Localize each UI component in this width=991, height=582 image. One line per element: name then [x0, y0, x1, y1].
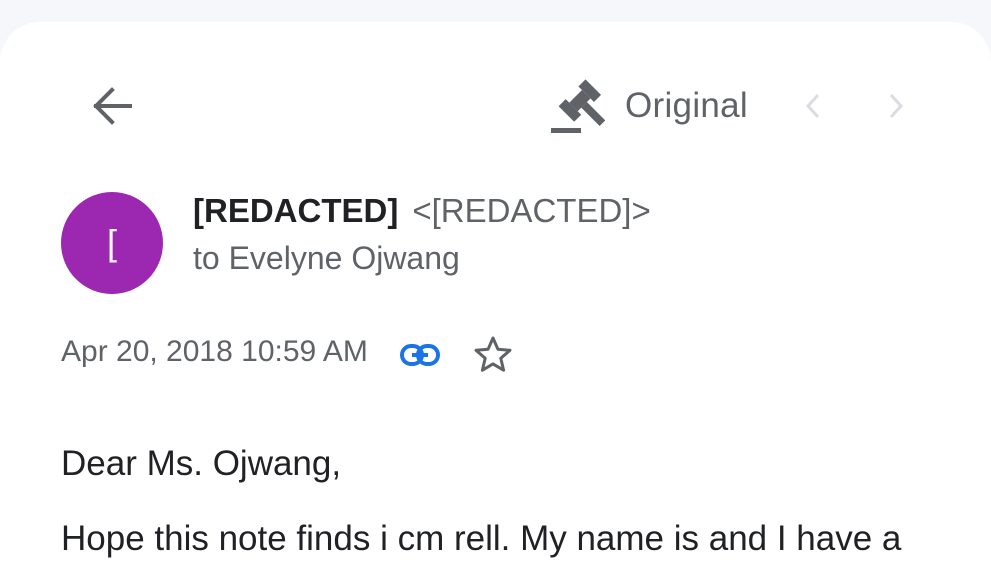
- sender-line[interactable]: [REDACTED] <[REDACTED]>: [193, 192, 651, 230]
- chevron-right-icon: [889, 93, 904, 119]
- previous-message-button[interactable]: [795, 88, 831, 124]
- show-original-button[interactable]: Original: [545, 74, 748, 138]
- star-outline-icon: [474, 336, 512, 372]
- link-icon: [400, 344, 440, 366]
- email-view: Original [ [REDACTED] <[REDACTED]> to Eve…: [0, 22, 991, 582]
- link-button[interactable]: [398, 337, 442, 373]
- sender-name: [REDACTED]: [193, 192, 399, 229]
- star-button[interactable]: [470, 332, 516, 378]
- sender-email: <[REDACTED]>: [412, 192, 651, 229]
- chevron-left-icon: [805, 93, 820, 119]
- recipient-details[interactable]: to Evelyne Ojwang: [193, 240, 460, 277]
- back-button[interactable]: [86, 84, 138, 128]
- sender-avatar[interactable]: [: [61, 192, 163, 294]
- avatar-letter: [: [106, 222, 117, 263]
- body-text-line: Hope this note finds i cm rell. My name …: [61, 519, 902, 558]
- original-label: Original: [625, 86, 749, 125]
- message-date: Apr 20, 2018 10:59 AM: [61, 335, 368, 368]
- gavel-icon: [551, 79, 605, 133]
- body-greeting: Dear Ms. Ojwang,: [61, 444, 342, 483]
- arrow-left-icon: [93, 87, 132, 125]
- next-message-button[interactable]: [878, 88, 914, 124]
